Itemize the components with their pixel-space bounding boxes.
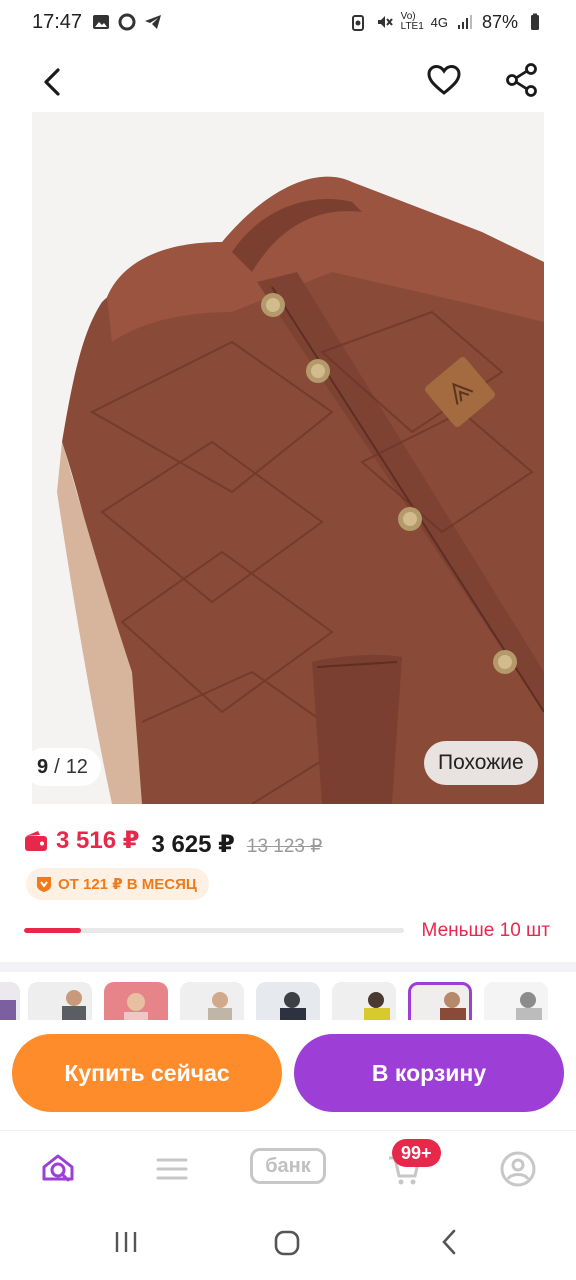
menu-icon: [156, 1158, 188, 1180]
old-price: 13 123 ₽: [246, 835, 323, 857]
battery-saver-icon: [351, 15, 364, 31]
mute-icon: [377, 16, 393, 28]
system-nav-bar: [0, 1206, 576, 1280]
variant-strip: [0, 976, 576, 1026]
image-current: 9: [37, 755, 49, 778]
wallet-price-block: 3 516 ₽: [24, 826, 139, 855]
installment-badge[interactable]: ОТ 121 ₽ В МЕСЯЦ: [26, 868, 209, 900]
share-icon[interactable]: [502, 60, 542, 100]
back-nav-icon[interactable]: [436, 1228, 464, 1256]
vest-illustration: [32, 112, 544, 804]
tab-home[interactable]: [34, 1145, 82, 1193]
gallery-notification-icon: [93, 15, 110, 29]
lte-indicator: Vo) LTE1: [400, 11, 424, 32]
product-image[interactable]: [32, 112, 544, 804]
telegram-icon: [145, 15, 162, 29]
add-to-cart-button[interactable]: В корзину: [294, 1034, 564, 1112]
battery-icon: [531, 13, 539, 30]
current-price: 3 625 ₽: [151, 830, 235, 858]
price-row: 3 516 ₽ 3 625 ₽ 13 123 ₽: [24, 826, 322, 859]
back-arrow-icon[interactable]: [34, 62, 74, 102]
battery-percent: 87%: [481, 11, 518, 32]
cart-badge: 99+: [392, 1139, 441, 1167]
status-time: 17:47: [32, 10, 83, 33]
stock-progress: [24, 928, 404, 933]
recent-apps-icon[interactable]: [112, 1228, 140, 1256]
similar-button[interactable]: Похожие: [424, 741, 538, 785]
home-button-icon[interactable]: [272, 1228, 302, 1258]
action-bar: Купить сейчас В корзину: [0, 1020, 576, 1130]
installment-label: ОТ 121 ₽ В МЕСЯЦ: [58, 876, 197, 893]
image-separator: /: [54, 755, 60, 778]
wallet-price: 3 516 ₽: [56, 827, 140, 854]
stock-label: Меньше 10 шт: [421, 920, 550, 941]
installment-icon: [37, 877, 51, 892]
buy-now-button[interactable]: Купить сейчас: [12, 1034, 282, 1112]
wallet-icon: [25, 830, 47, 851]
network-indicator: 4G: [430, 14, 448, 30]
home-search-icon: [42, 1154, 74, 1182]
tab-bank[interactable]: банк: [250, 1148, 326, 1184]
signal-icon: [457, 15, 472, 29]
section-divider: [0, 962, 576, 972]
top-nav: [0, 52, 576, 108]
profile-icon: [500, 1151, 536, 1187]
bottom-tab-bar: банк 99+: [0, 1130, 576, 1206]
image-counter: 9 / 12: [24, 748, 101, 786]
chat-notification-icon: [118, 13, 136, 31]
image-total: 12: [65, 755, 88, 778]
stock-progress-fill: [24, 928, 81, 933]
heart-icon[interactable]: [424, 60, 464, 100]
status-bar: 17:47 Vo) LTE1 4G 87%: [0, 0, 576, 44]
tab-profile[interactable]: [494, 1145, 542, 1193]
tab-catalog[interactable]: [148, 1145, 196, 1193]
